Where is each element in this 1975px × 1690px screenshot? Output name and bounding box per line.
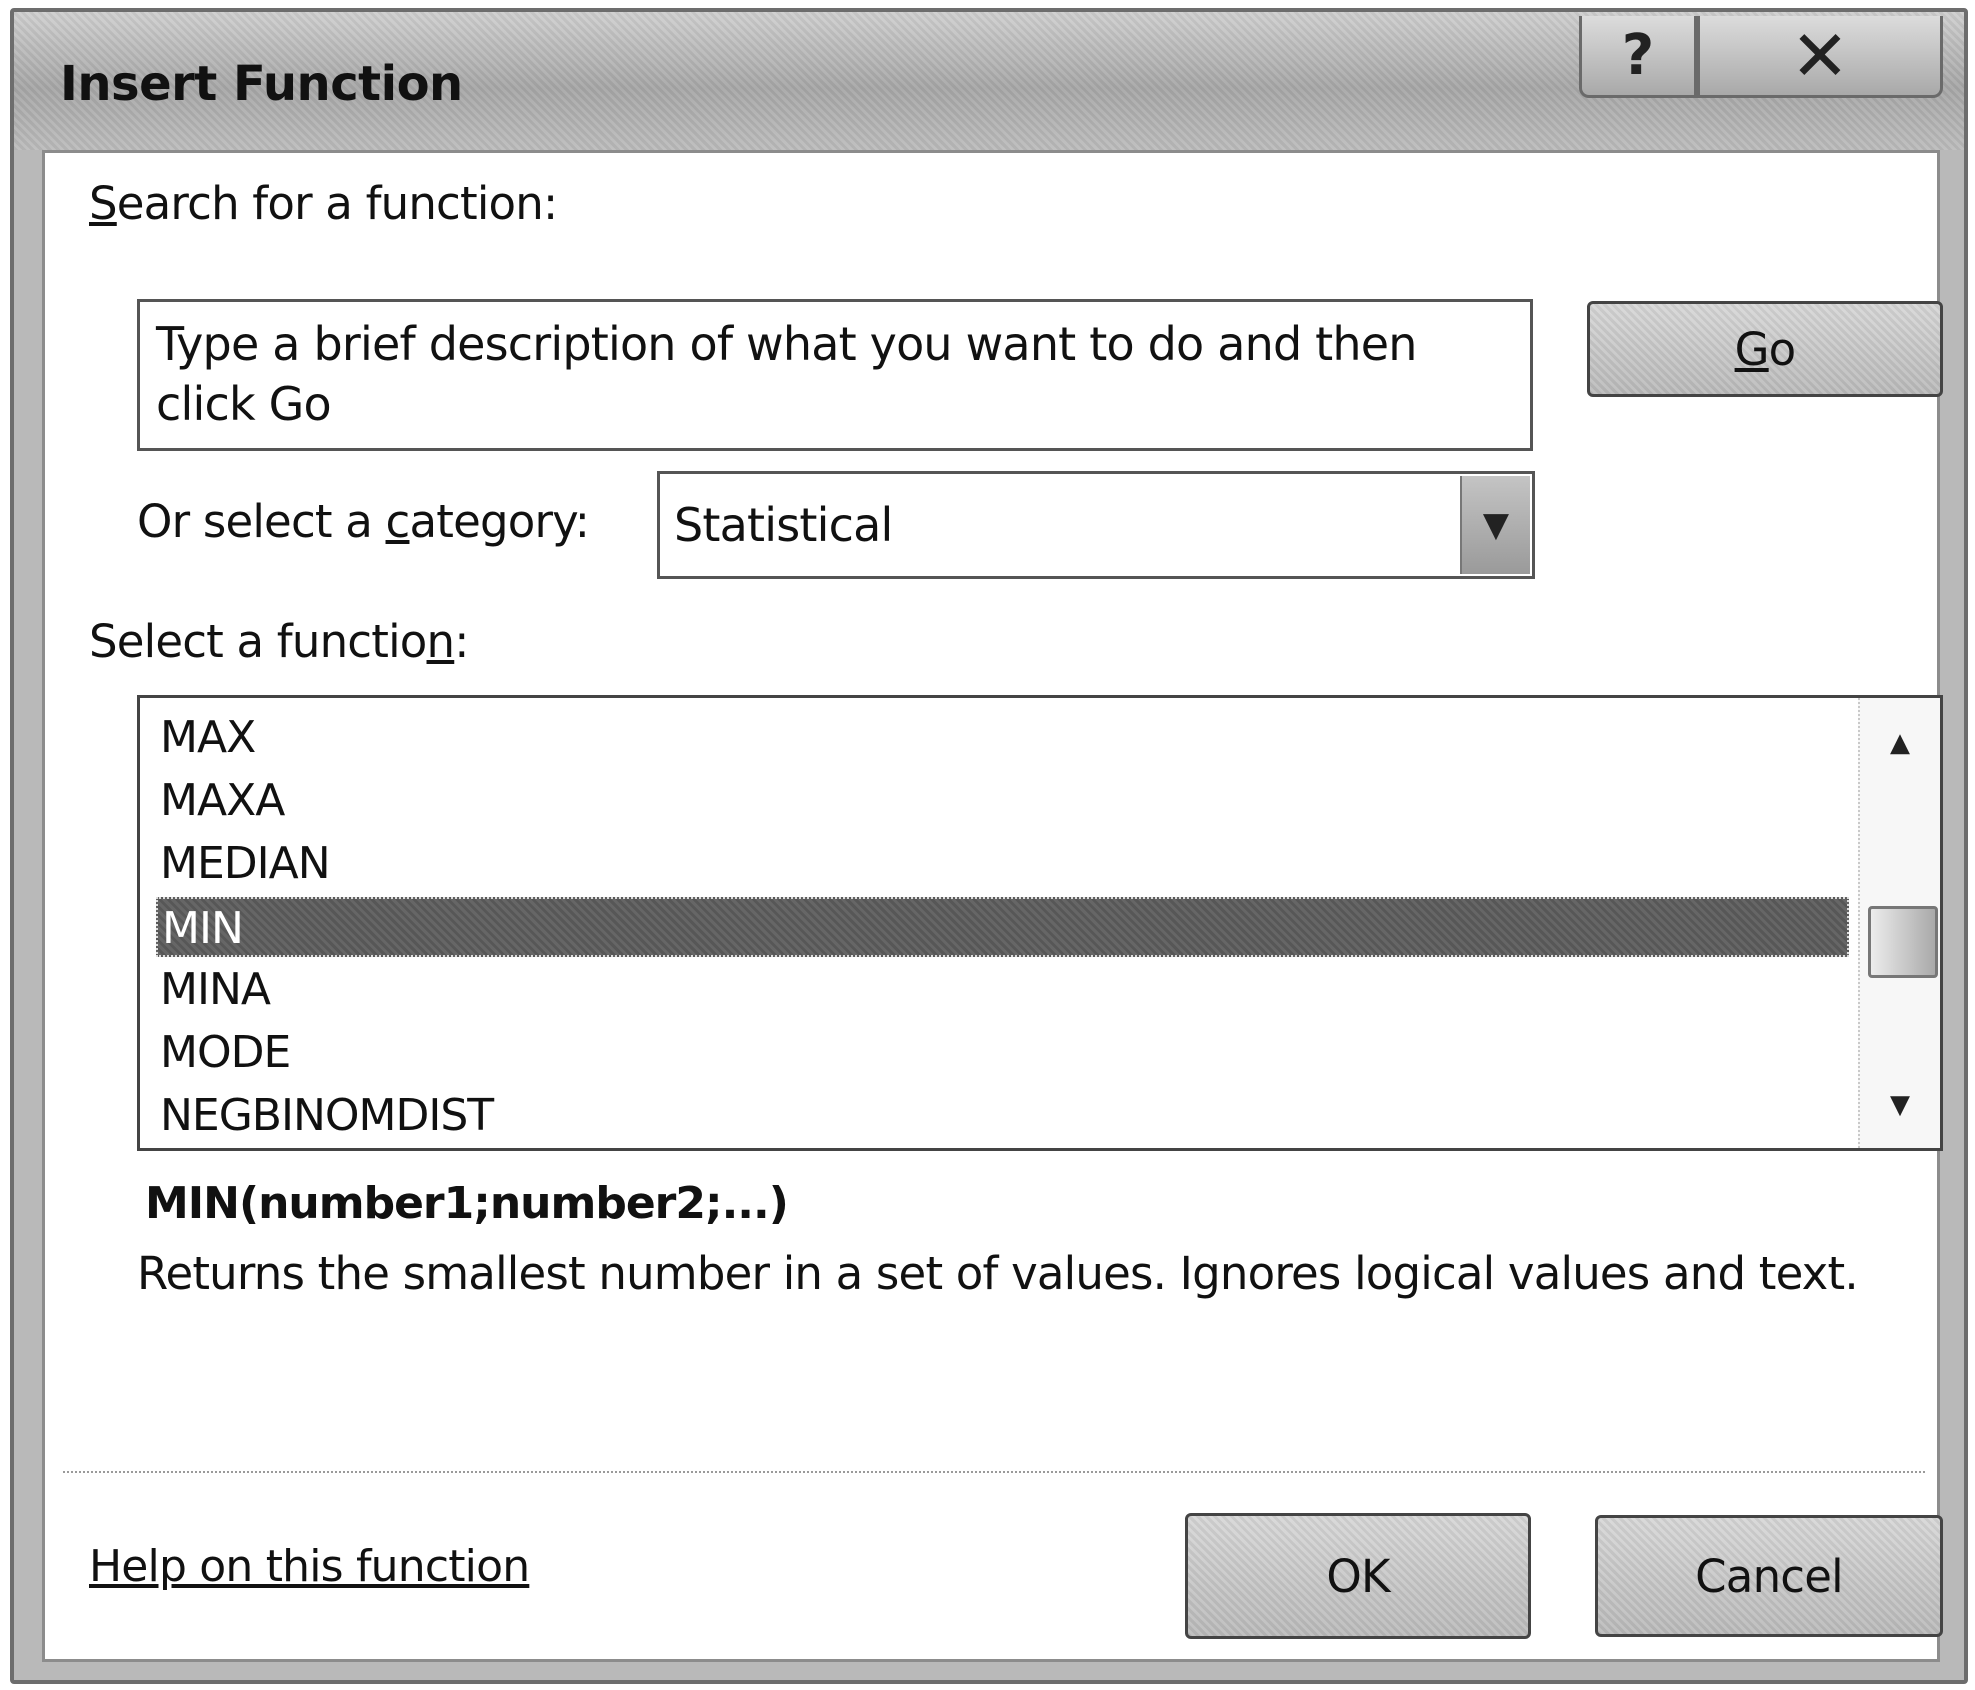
go-button-label: o (1768, 322, 1797, 376)
title-bar[interactable]: Insert Function ? ✕ (14, 12, 1964, 150)
category-label-text-pre: Or select a (137, 495, 386, 548)
arrow-down-icon: ▼ (1890, 1090, 1910, 1120)
dialog-title: Insert Function (60, 56, 463, 112)
search-label: Search for a function: (89, 177, 558, 230)
search-label-accesskey: S (89, 177, 118, 230)
insert-function-dialog: Insert Function ? ✕ Search for a functio… (10, 8, 1968, 1684)
search-input[interactable]: Type a brief description of what you wan… (137, 299, 1533, 451)
close-icon: ✕ (1790, 14, 1850, 97)
function-list-label: Select a function: (89, 615, 469, 668)
footer-divider (63, 1471, 1925, 1473)
function-list-label-post: : (454, 615, 469, 668)
dropdown-arrow-button[interactable]: ▼ (1460, 476, 1530, 574)
function-list-label-accesskey: n (426, 615, 456, 668)
category-selected-value: Statistical (674, 498, 893, 552)
go-button-accesskey: G (1734, 322, 1770, 376)
list-item-maxa[interactable]: MAXA (156, 771, 1849, 831)
list-item-mina[interactable]: MINA (156, 960, 1849, 1020)
category-select[interactable]: Statistical ▼ (657, 471, 1535, 579)
category-label-text-post: ategory: (409, 495, 590, 548)
vertical-scrollbar[interactable]: ▲ ▼ (1858, 698, 1940, 1148)
cancel-button[interactable]: Cancel (1595, 1515, 1943, 1637)
list-item-mode[interactable]: MODE (156, 1023, 1849, 1083)
arrow-up-icon: ▲ (1890, 728, 1910, 758)
search-label-text: earch for a function: (116, 177, 558, 230)
list-item-min-selected[interactable]: MIN (156, 897, 1849, 957)
dialog-body: Search for a function: Type a brief desc… (42, 150, 1943, 1662)
scroll-down-button[interactable]: ▼ (1860, 1068, 1940, 1142)
list-item-median[interactable]: MEDIAN (156, 834, 1849, 894)
ok-button[interactable]: OK (1185, 1513, 1531, 1639)
list-item-negbinomdist[interactable]: NEGBINOMDIST (156, 1086, 1849, 1146)
chevron-down-icon: ▼ (1482, 505, 1510, 545)
function-listbox[interactable]: MAX MAXA MEDIAN MIN MINA MODE NEGBINOMDI… (137, 695, 1943, 1151)
help-on-function-link[interactable]: Help on this function (89, 1541, 530, 1592)
help-icon-button[interactable]: ? (1579, 16, 1697, 98)
go-button[interactable]: Go (1587, 301, 1943, 397)
scroll-up-button[interactable]: ▲ (1860, 706, 1940, 780)
question-mark-icon: ? (1621, 23, 1655, 88)
category-label: Or select a category: (137, 495, 590, 548)
category-label-accesskey: c (385, 495, 411, 548)
function-signature: MIN(number1;number2;...) (145, 1178, 789, 1229)
function-list-label-pre: Select a functio (89, 615, 427, 668)
function-description: Returns the smallest number in a set of … (137, 1247, 1859, 1300)
scroll-thumb[interactable] (1868, 906, 1938, 978)
list-item-max[interactable]: MAX (156, 708, 1849, 768)
close-button[interactable]: ✕ (1697, 14, 1943, 98)
